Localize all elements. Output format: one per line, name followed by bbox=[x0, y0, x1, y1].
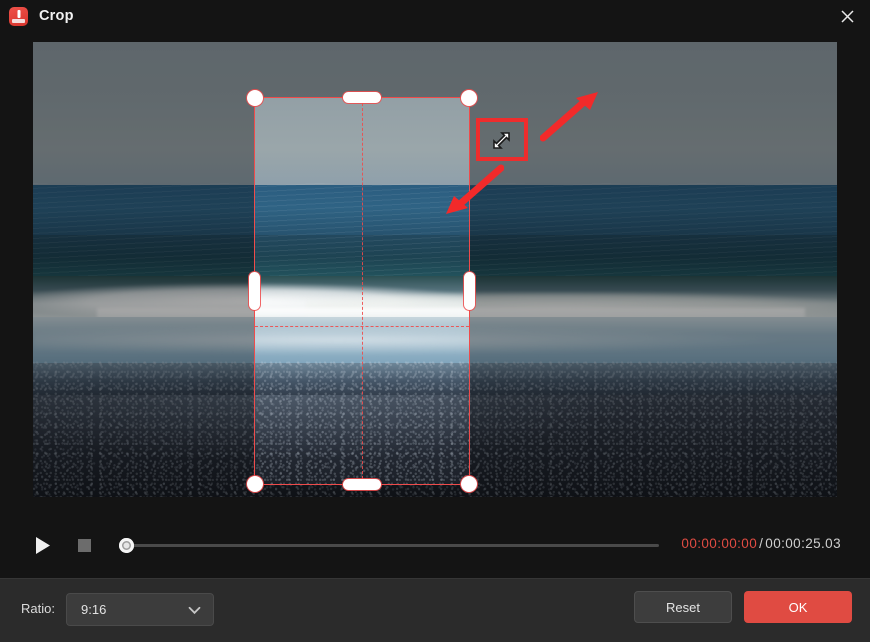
seek-bar-track[interactable] bbox=[124, 544, 659, 547]
preview-area bbox=[0, 32, 870, 510]
stop-button[interactable] bbox=[78, 539, 91, 552]
crop-handle-top-right[interactable] bbox=[461, 90, 477, 106]
reset-button[interactable]: Reset bbox=[634, 591, 732, 623]
close-button[interactable] bbox=[824, 0, 870, 32]
ratio-label: Ratio: bbox=[21, 601, 55, 616]
footer-bar: Ratio: 9:16 bbox=[0, 578, 870, 642]
ratio-selected-value: 9:16 bbox=[81, 602, 107, 617]
current-time: 00:00:00:00 bbox=[681, 536, 758, 551]
crop-handle-bottom-right[interactable] bbox=[461, 476, 477, 492]
crop-rectangle[interactable] bbox=[247, 90, 477, 492]
crop-handle-right-center[interactable] bbox=[464, 272, 475, 310]
timecode-display: 00:00:00:00/00:00:25.03 bbox=[681, 536, 841, 551]
play-icon bbox=[35, 536, 50, 554]
play-button[interactable] bbox=[30, 533, 54, 557]
title-bar: Crop bbox=[0, 0, 870, 32]
crop-gridline-horizontal bbox=[255, 325, 469, 327]
crop-handle-bottom-center[interactable] bbox=[343, 479, 381, 490]
total-time: 00:00:25.03 bbox=[765, 536, 841, 551]
crop-handle-bottom-left[interactable] bbox=[247, 476, 263, 492]
ok-button[interactable]: OK bbox=[744, 591, 852, 623]
chevron-down-icon bbox=[188, 606, 201, 615]
close-icon bbox=[840, 9, 854, 23]
seek-bar-handle[interactable] bbox=[119, 538, 134, 553]
ratio-select[interactable]: 9:16 bbox=[66, 593, 214, 626]
crop-handle-left-center[interactable] bbox=[249, 272, 260, 310]
transport-bar: 00:00:00:00/00:00:25.03 bbox=[0, 510, 870, 578]
app-logo-icon bbox=[9, 6, 28, 26]
crop-handle-top-center[interactable] bbox=[343, 92, 381, 103]
crop-handle-top-left[interactable] bbox=[247, 90, 263, 106]
crop-gridline-vertical bbox=[362, 98, 363, 484]
window-title: Crop bbox=[39, 8, 74, 24]
